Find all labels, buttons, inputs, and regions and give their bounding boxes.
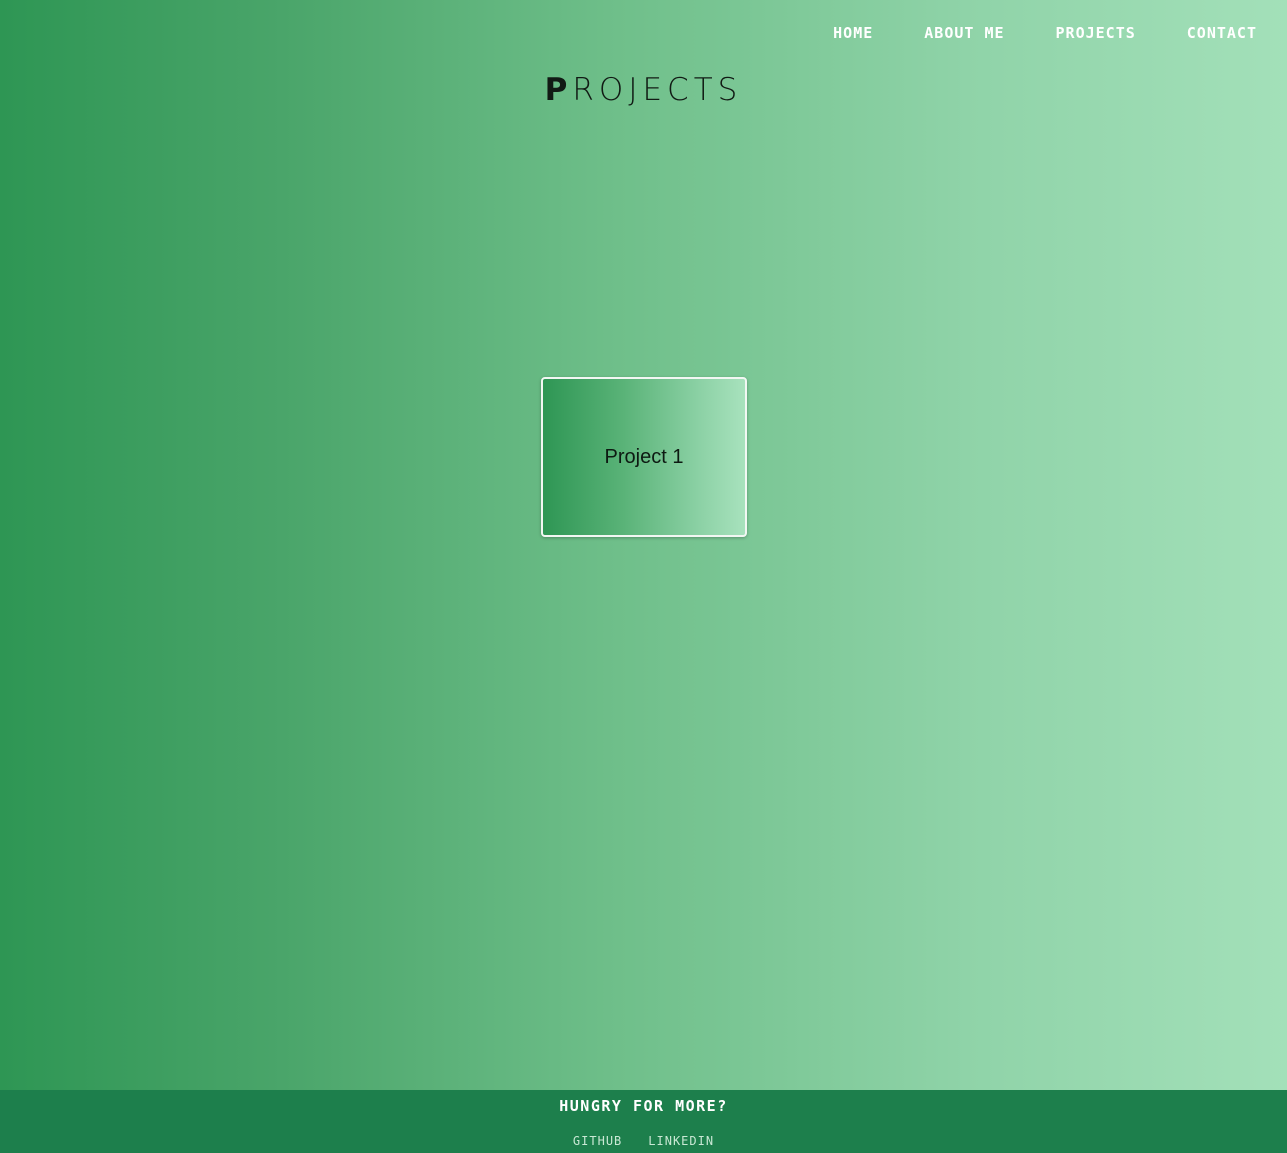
project-card-1[interactable]: Project 1 (541, 377, 747, 537)
project-card-label: Project 1 (604, 445, 684, 468)
nav-projects-link[interactable]: PROJECTS (1056, 24, 1136, 42)
linkedin-link[interactable]: LINKEDIN (648, 1134, 714, 1148)
page-title-rest: ROJECTS (572, 72, 743, 108)
top-nav: HOME ABOUT ME PROJECTS CONTACT (833, 24, 1257, 42)
nav-home-link[interactable]: HOME (833, 24, 873, 42)
footer-heading: HUNGRY FOR MORE? (559, 1097, 728, 1115)
nav-contact-link[interactable]: CONTACT (1187, 24, 1257, 42)
nav-about-me-link[interactable]: ABOUT ME (924, 24, 1004, 42)
page-title-initial: P (544, 72, 573, 108)
github-link[interactable]: GITHUB (573, 1134, 622, 1148)
page-title: PROJECTS (0, 72, 1287, 108)
footer-links: GITHUB LINKEDIN (0, 1134, 1287, 1148)
footer: HUNGRY FOR MORE? GITHUB LINKEDIN (0, 1090, 1287, 1153)
